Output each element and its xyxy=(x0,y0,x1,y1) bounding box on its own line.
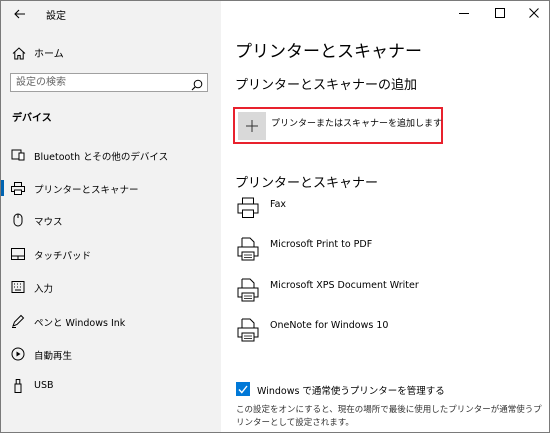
printer-item-pdf[interactable]: Microsoft Print to PDF xyxy=(235,237,535,273)
printer-name: Fax xyxy=(270,199,287,210)
sidebar-item-autoplay[interactable]: 自動再生 xyxy=(1,341,221,367)
sidebar-item-usb[interactable]: USB xyxy=(1,373,221,399)
checkmark-icon xyxy=(238,385,248,394)
search-box[interactable] xyxy=(10,73,208,92)
home-icon xyxy=(12,45,26,64)
sidebar-item-home[interactable]: ホーム xyxy=(1,39,221,65)
document-printer-icon xyxy=(237,278,259,306)
fax-printer-icon xyxy=(237,197,259,223)
sidebar-item-label: プリンターとスキャナー xyxy=(34,185,139,196)
page-title: プリンターとスキャナー xyxy=(235,42,422,62)
sidebar-item-label: ペンと Windows Ink xyxy=(34,318,126,329)
add-printer-button[interactable] xyxy=(238,112,266,140)
search-input[interactable] xyxy=(11,74,186,91)
sidebar-item-label: 入力 xyxy=(34,284,54,295)
add-printer-label[interactable]: プリンターまたはスキャナーを追加します xyxy=(271,116,442,129)
back-arrow-icon xyxy=(14,9,25,19)
sidebar: 設定 ホーム デバイス xyxy=(1,1,221,432)
document-printer-icon xyxy=(237,318,259,346)
usb-icon xyxy=(11,379,25,393)
sidebar-item-label: ホーム xyxy=(34,49,64,60)
manage-default-printer-label[interactable]: Windows で通常使うプリンターを管理する xyxy=(257,383,445,397)
sidebar-item-label: Bluetooth とその他のデバイス xyxy=(34,152,169,163)
printer-icon xyxy=(11,181,25,195)
sidebar-item-mouse[interactable]: マウス xyxy=(1,207,221,233)
keyboard-icon xyxy=(11,280,25,294)
manage-default-printer-checkbox[interactable] xyxy=(236,382,250,396)
printer-item-xps[interactable]: Microsoft XPS Document Writer xyxy=(235,278,535,314)
app-title: 設定 xyxy=(46,11,66,22)
document-printer-icon xyxy=(237,237,259,265)
printer-item-onenote[interactable]: OneNote for Windows 10 xyxy=(235,318,535,354)
autoplay-icon xyxy=(11,347,25,361)
sidebar-item-input[interactable]: 入力 xyxy=(1,274,221,300)
sidebar-item-label: 自動再生 xyxy=(34,351,73,362)
printer-name: Microsoft Print to PDF xyxy=(270,239,373,250)
printer-name: Microsoft XPS Document Writer xyxy=(270,280,419,291)
manage-default-printer-description: この設定をオンにすると、現在の場所で最後に使用したプリンターが通常使うプリンター… xyxy=(236,405,542,428)
section-heading-devices: デバイス xyxy=(12,113,52,124)
sidebar-item-label: USB xyxy=(34,380,54,391)
bluetooth-devices-icon xyxy=(11,148,25,162)
sidebar-item-pen[interactable]: ペンと Windows Ink xyxy=(1,308,221,334)
touchpad-icon xyxy=(11,247,25,261)
back-button[interactable] xyxy=(9,4,31,24)
sidebar-item-touchpad[interactable]: タッチパッド xyxy=(1,241,221,267)
plus-icon xyxy=(246,120,258,132)
sidebar-item-label: マウス xyxy=(34,217,63,228)
main-content: プリンターとスキャナー プリンターとスキャナーの追加 プリンターまたはスキャナー… xyxy=(221,1,549,432)
add-section-heading: プリンターとスキャナーの追加 xyxy=(235,78,418,93)
sidebar-item-bluetooth[interactable]: Bluetooth とその他のデバイス xyxy=(1,142,221,168)
sidebar-item-label: タッチパッド xyxy=(34,251,92,262)
mouse-icon xyxy=(11,213,25,227)
printer-name: OneNote for Windows 10 xyxy=(270,320,389,331)
printer-list-heading: プリンターとスキャナー xyxy=(235,176,379,191)
settings-window: 設定 ホーム デバイス xyxy=(0,0,550,433)
printer-item-fax[interactable]: Fax xyxy=(235,197,535,233)
pen-icon xyxy=(11,314,25,328)
sidebar-item-printers[interactable]: プリンターとスキャナー xyxy=(1,175,221,201)
search-icon[interactable] xyxy=(191,76,203,95)
